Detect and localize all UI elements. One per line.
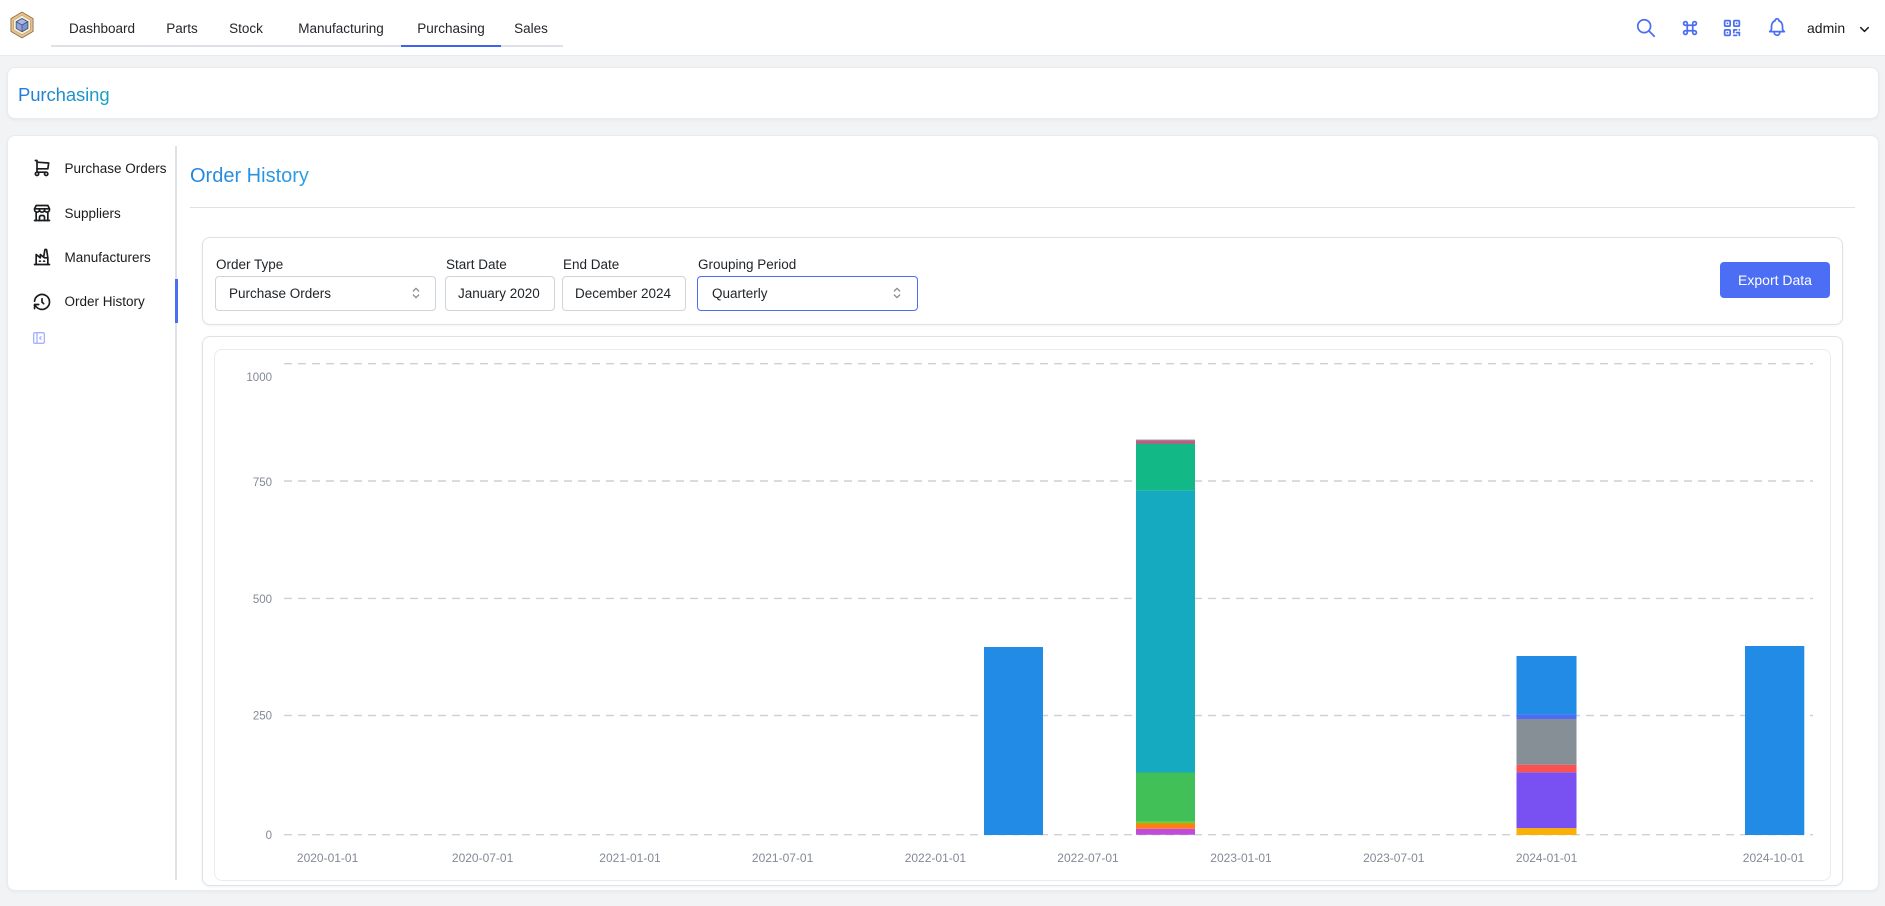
svg-text:2021-01-01: 2021-01-01 <box>599 851 661 865</box>
svg-text:2023-07-01: 2023-07-01 <box>1363 851 1425 865</box>
svg-text:2020-01-01: 2020-01-01 <box>297 851 359 865</box>
svg-text:2024-10-01: 2024-10-01 <box>1743 851 1805 865</box>
svg-text:2022-07-01: 2022-07-01 <box>1057 851 1119 865</box>
svg-text:2024-01-01: 2024-01-01 <box>1516 851 1578 865</box>
svg-text:250: 250 <box>253 711 272 723</box>
svg-text:1000: 1000 <box>246 372 272 384</box>
svg-text:2020-07-01: 2020-07-01 <box>452 851 514 865</box>
svg-text:500: 500 <box>253 594 272 606</box>
svg-text:750: 750 <box>253 477 272 489</box>
svg-text:0: 0 <box>266 830 272 842</box>
svg-text:2022-01-01: 2022-01-01 <box>905 851 967 865</box>
svg-text:2021-07-01: 2021-07-01 <box>752 851 814 865</box>
svg-text:2023-01-01: 2023-01-01 <box>1210 851 1272 865</box>
